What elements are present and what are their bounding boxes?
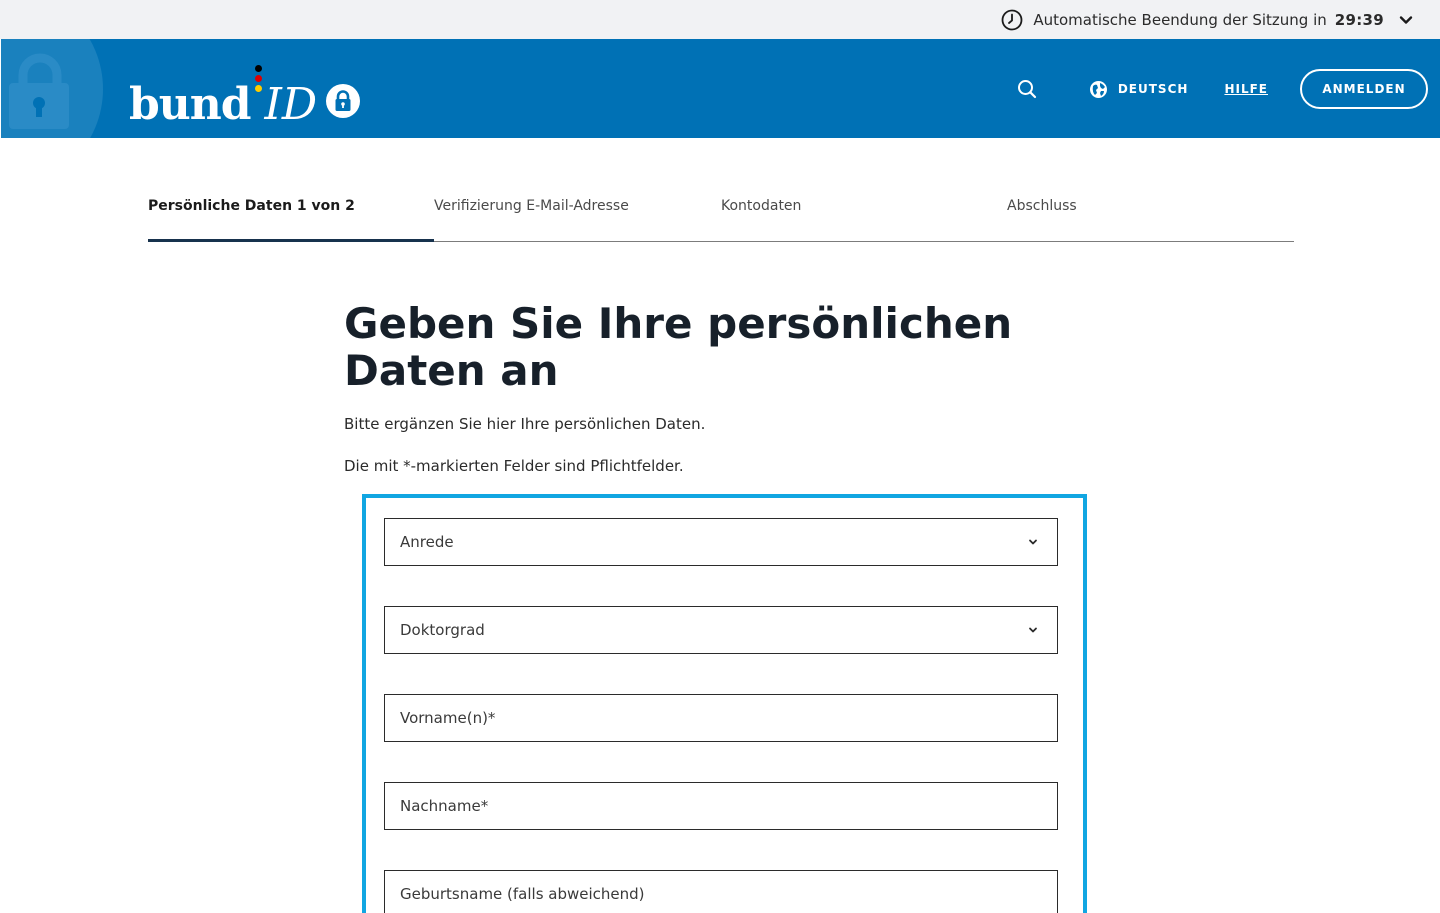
- step-personal-data: Persönliche Daten 1 von 2: [148, 198, 355, 214]
- last-name-label: Nachname*: [400, 797, 489, 815]
- step-completion: Abschluss: [1007, 198, 1077, 214]
- birth-name-label: Geburtsname (falls abweichend): [400, 885, 645, 903]
- chevron-down-icon: [1027, 536, 1039, 548]
- salutation-select[interactable]: Anrede: [384, 518, 1058, 566]
- language-selector[interactable]: DEUTSCH: [1089, 80, 1189, 99]
- logo-text-bund: bund: [129, 79, 252, 130]
- last-name-input[interactable]: Nachname*: [384, 782, 1058, 830]
- lock-watermark-icon: [9, 51, 71, 135]
- language-label: DEUTSCH: [1117, 82, 1189, 96]
- clock-icon: [1001, 9, 1023, 31]
- step-account-data: Kontodaten: [721, 198, 802, 214]
- intro-text: Bitte ergänzen Sie hier Ihre persönliche…: [344, 415, 706, 433]
- page-title: Geben Sie Ihre persönlichen Daten an: [344, 299, 1013, 395]
- bundid-logo[interactable]: bund ID: [129, 57, 361, 127]
- birth-name-input[interactable]: Geburtsname (falls abweichend): [384, 870, 1058, 913]
- progress-stepper: Persönliche Daten 1 von 2 Verifizierung …: [148, 198, 1294, 242]
- chevron-down-icon[interactable]: [1398, 12, 1414, 28]
- login-button[interactable]: ANMELDEN: [1300, 69, 1428, 109]
- session-timeout-time: 29:39: [1334, 10, 1384, 29]
- chevron-down-icon: [1027, 624, 1039, 636]
- search-icon[interactable]: [1017, 79, 1037, 99]
- first-name-input[interactable]: Vorname(n)*: [384, 694, 1058, 742]
- session-timeout-label: Automatische Beendung der Sitzung in: [1033, 10, 1327, 29]
- step-email-verification: Verifizierung E-Mail-Adresse: [434, 198, 629, 214]
- first-name-label: Vorname(n)*: [400, 709, 496, 727]
- flag-dots: [254, 63, 263, 127]
- logo-text-id: ID: [264, 79, 318, 130]
- session-timeout-bar: Automatische Beendung der Sitzung in 29:…: [0, 0, 1440, 39]
- header-nav: DEUTSCH HILFE ANMELDEN: [1017, 69, 1428, 109]
- lock-badge-icon: [325, 83, 361, 123]
- doctoral-degree-select[interactable]: Doktorgrad: [384, 606, 1058, 654]
- doctoral-degree-select-label: Doktorgrad: [400, 621, 485, 639]
- required-fields-note: Die mit *-markierten Felder sind Pflicht…: [344, 457, 684, 475]
- site-header: bund ID DEUTSCH HILFE ANMELDEN: [1, 39, 1440, 138]
- active-step-indicator: [148, 239, 434, 242]
- globe-icon: [1089, 80, 1108, 99]
- help-link[interactable]: HILFE: [1224, 82, 1268, 96]
- salutation-select-label: Anrede: [400, 533, 454, 551]
